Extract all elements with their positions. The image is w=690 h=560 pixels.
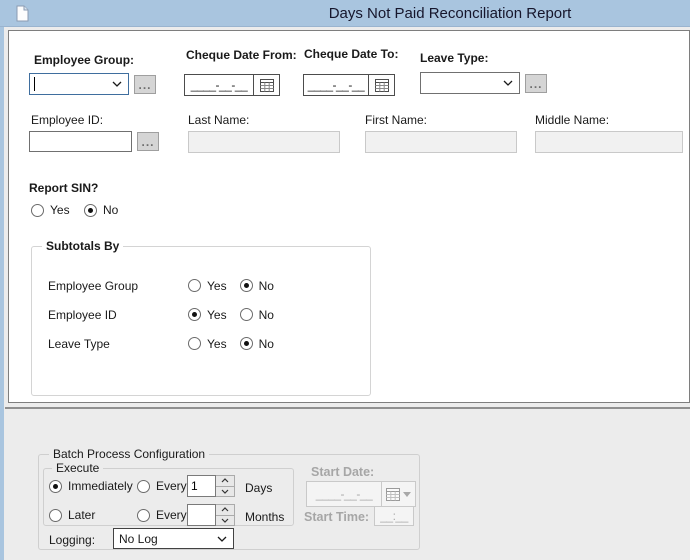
radio-dot — [188, 308, 201, 321]
date-mask: ____-__-__ — [307, 482, 381, 506]
subtotal-employee-id-yes-radio[interactable]: Yes — [188, 308, 227, 322]
execute-immediately-radio[interactable]: Immediately — [49, 479, 133, 493]
subtotal-leave-type-yes-radio[interactable]: Yes — [188, 337, 227, 351]
subtotal-row-leave-type: Leave Type Yes No — [48, 336, 274, 351]
radio-dot — [240, 337, 253, 350]
leave-type-label: Leave Type: — [420, 51, 488, 65]
execute-later-radio[interactable]: Later — [49, 508, 95, 522]
spinner-up-icon[interactable] — [216, 476, 234, 487]
subtotal-leave-type-no-radio[interactable]: No — [240, 337, 274, 351]
employee-id-browse-button[interactable]: ... — [137, 132, 159, 151]
subtotals-legend: Subtotals By — [42, 239, 123, 253]
leave-type-combobox[interactable] — [420, 72, 520, 94]
logging-combobox[interactable]: No Log — [113, 528, 234, 549]
spinner-down-icon[interactable] — [216, 516, 234, 526]
spinner-up-icon[interactable] — [216, 505, 234, 516]
execute-every-months-radio[interactable]: Every — [137, 508, 187, 522]
employee-group-label: Employee Group: — [34, 53, 134, 67]
leave-type-browse-button[interactable]: ... — [525, 74, 547, 93]
radio-dot — [188, 279, 201, 292]
subtotal-row-employee-group: Employee Group Yes No — [48, 278, 274, 293]
first-name-field — [365, 131, 517, 153]
logging-value: No Log — [114, 532, 217, 546]
window-frame — [0, 27, 4, 560]
employee-group-combobox[interactable] — [29, 73, 129, 95]
execute-groupbox: Execute Immediately Every — [43, 468, 294, 526]
start-date-label: Start Date: — [311, 465, 374, 479]
radio-dot — [31, 204, 44, 217]
every-days-input[interactable] — [187, 475, 216, 497]
days-label: Days — [245, 481, 272, 495]
first-name-label: First Name: — [365, 113, 427, 127]
report-parameters-panel: Employee Group: Cheque Date From: Cheque… — [8, 30, 690, 403]
execute-legend: Execute — [52, 461, 103, 475]
subtotal-row-label: Employee Group — [48, 279, 188, 293]
last-name-field — [188, 131, 340, 153]
subtotal-row-label: Employee ID — [48, 308, 188, 322]
time-mask: __:__ — [380, 509, 408, 523]
start-date-field: ____-__-__ — [306, 481, 416, 507]
radio-dot — [49, 480, 62, 493]
employee-id-label: Employee ID: — [31, 113, 103, 127]
cheque-date-to-label: Cheque Date To: — [304, 47, 398, 61]
report-sin-no-radio[interactable]: No — [84, 203, 118, 217]
chevron-down-icon — [217, 536, 233, 542]
radio-dot — [188, 337, 201, 350]
subtotal-employee-group-yes-radio[interactable]: Yes — [188, 279, 227, 293]
employee-group-browse-button[interactable]: ... — [134, 75, 156, 94]
chevron-down-icon — [503, 80, 519, 86]
spinner-buttons[interactable] — [216, 504, 235, 526]
subtotals-groupbox: Subtotals By Employee Group Yes No Emplo… — [31, 246, 371, 396]
calendar-icon[interactable] — [368, 75, 394, 95]
spinner-buttons[interactable] — [216, 475, 235, 497]
subtotal-employee-group-no-radio[interactable]: No — [240, 279, 274, 293]
radio-dot — [137, 509, 150, 522]
every-months-spinner — [187, 504, 235, 526]
radio-dot — [49, 509, 62, 522]
cheque-date-from-field[interactable]: ____-__-__ — [184, 74, 280, 96]
middle-name-label: Middle Name: — [535, 113, 609, 127]
last-name-label: Last Name: — [188, 113, 249, 127]
execute-every-days-radio[interactable]: Every — [137, 479, 187, 493]
calendar-icon — [381, 482, 415, 506]
date-mask: ____-__-__ — [185, 75, 253, 95]
window-title: Days Not Paid Reconciliation Report — [329, 5, 572, 22]
batch-process-groupbox: Batch Process Configuration Execute Imme… — [38, 454, 420, 550]
cheque-date-from-label: Cheque Date From: — [186, 48, 297, 62]
titlebar: Days Not Paid Reconciliation Report — [0, 0, 690, 27]
radio-dot — [84, 204, 97, 217]
subtotal-row-employee-id: Employee ID Yes No — [48, 307, 274, 322]
chevron-down-icon — [403, 492, 411, 497]
employee-id-input[interactable] — [29, 131, 132, 152]
logging-label: Logging: — [49, 533, 95, 547]
date-mask: ____-__-__ — [304, 75, 368, 95]
text-cursor — [34, 77, 35, 91]
start-time-field: __:__ — [374, 506, 414, 526]
every-months-input[interactable] — [187, 504, 216, 526]
radio-dot — [240, 308, 253, 321]
batch-panel: Batch Process Configuration Execute Imme… — [5, 407, 690, 560]
document-icon — [16, 5, 29, 25]
every-days-spinner — [187, 475, 235, 497]
calendar-icon[interactable] — [253, 75, 279, 95]
radio-dot — [137, 480, 150, 493]
report-sin-yes-radio[interactable]: Yes — [31, 203, 70, 217]
report-window: Days Not Paid Reconciliation Report Empl… — [0, 0, 690, 560]
spinner-down-icon[interactable] — [216, 487, 234, 497]
radio-dot — [240, 279, 253, 292]
subtotal-row-label: Leave Type — [48, 337, 188, 351]
middle-name-field — [535, 131, 683, 153]
months-label: Months — [245, 510, 284, 524]
batch-process-legend: Batch Process Configuration — [49, 447, 209, 461]
chevron-down-icon — [112, 81, 128, 87]
start-time-label: Start Time: — [304, 510, 369, 524]
cheque-date-to-field[interactable]: ____-__-__ — [303, 74, 395, 96]
report-sin-label: Report SIN? — [29, 181, 98, 195]
subtotal-employee-id-no-radio[interactable]: No — [240, 308, 274, 322]
